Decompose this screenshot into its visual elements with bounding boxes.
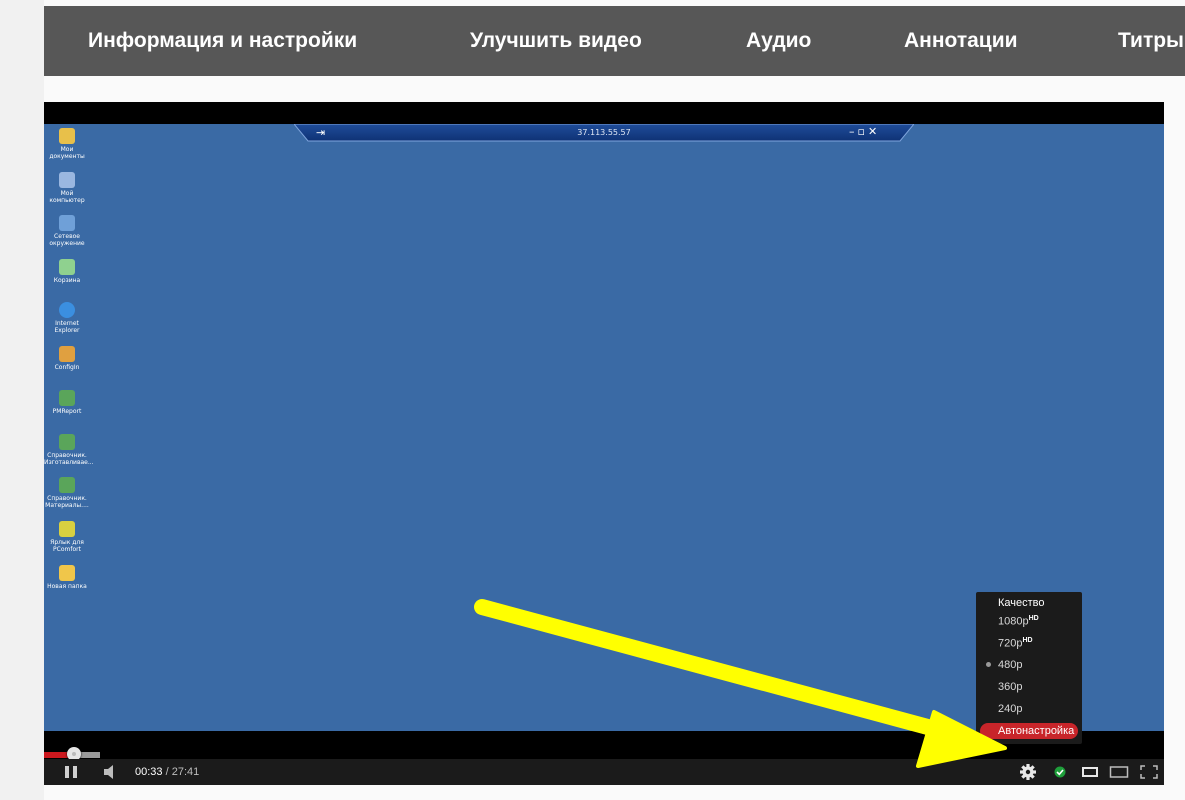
desktop-icon-label: Ярлык для PComfort [50, 539, 84, 553]
quality-menu: Качество 1080pHD 720pHD 480p 360p 240p А… [976, 592, 1082, 744]
remote-desktop-bar: ⇥ 37.113.55.57 –▫✕ [294, 124, 914, 142]
quality-option-label: 360p [998, 681, 1023, 693]
quality-option-360p[interactable]: 360p [998, 681, 1022, 693]
desktop-icon-label: Internet Explorer [54, 320, 80, 334]
desktop-icon: Сетевое окружение [44, 215, 90, 247]
desktop-icon: Корзина [44, 259, 90, 284]
desktop-icon-label: Корзина [53, 277, 81, 284]
pause-icon[interactable] [64, 759, 80, 785]
excel-file-icon [59, 477, 75, 493]
desktop-icon-label: Справочник. Материалы.... [45, 495, 89, 509]
quality-option-label: 1080p [998, 615, 1029, 628]
quality-option-label: 240p [998, 703, 1023, 715]
quality-option-240p[interactable]: 240p [998, 703, 1022, 715]
desktop-icon: Справочник. Изготавливае... [44, 434, 94, 466]
quality-option-480p[interactable]: 480p [998, 659, 1022, 671]
desktop-icon: Мой компьютер [44, 172, 90, 204]
gear-icon[interactable] [1019, 759, 1037, 785]
desktop-icon-label: Мои документы [49, 146, 85, 160]
desktop-icon-label: ConfigIn [54, 364, 80, 371]
quality-menu-title: Качество [998, 597, 1045, 609]
time-separator: / [162, 766, 172, 778]
desktop-icon: Справочник. Материалы.... [44, 477, 90, 509]
quality-option-1080p[interactable]: 1080pHD [998, 615, 1039, 628]
quality-option-auto[interactable]: Автонастройка [980, 723, 1078, 739]
check-icon[interactable] [1052, 759, 1068, 785]
quality-option-label: 480p [998, 659, 1023, 671]
player-controls: 00:33 / 27:41 [44, 759, 1164, 785]
tab-enhance-video[interactable]: Улучшить видео [470, 6, 642, 76]
recycle-bin-icon [59, 259, 75, 275]
hd-badge: HD [1028, 615, 1039, 622]
desktop-icon-label: PMReport [52, 408, 82, 415]
large-player-icon[interactable] [1109, 759, 1129, 785]
excel-file-icon [59, 434, 75, 450]
desktop-icon: Internet Explorer [44, 302, 90, 334]
editor-tab-bar: Информация и настройки Улучшить видео Ау… [44, 6, 1185, 76]
small-player-icon[interactable] [1080, 759, 1100, 785]
network-icon [59, 215, 75, 231]
my-computer-icon [59, 172, 75, 188]
desktop-icon-label: Мой компьютер [49, 190, 85, 204]
folder-documents-icon [59, 128, 75, 144]
shortcut-icon [59, 521, 75, 537]
quality-option-label: Автонастройка [998, 725, 1075, 737]
desktop-icon: Новая папка [44, 565, 90, 590]
config-icon [59, 346, 75, 362]
tab-annotations[interactable]: Аннотации [904, 6, 1018, 76]
remote-desktop-title: 37.113.55.57 [577, 128, 631, 137]
internet-explorer-icon [59, 302, 75, 318]
report-icon [59, 390, 75, 406]
selected-indicator-icon [986, 662, 991, 667]
fullscreen-icon[interactable] [1139, 759, 1159, 785]
tab-audio[interactable]: Аудио [746, 6, 811, 76]
time-display: 00:33 / 27:41 [135, 759, 199, 785]
hd-badge: HD [1022, 637, 1033, 644]
quality-option-720p[interactable]: 720pHD [998, 637, 1033, 650]
tab-subtitles[interactable]: Титры [1118, 6, 1184, 76]
desktop-icon: PMReport [44, 390, 90, 415]
tab-info-settings[interactable]: Информация и настройки [88, 6, 357, 76]
quality-option-label: 720p [998, 637, 1023, 650]
window-controls-icon: –▫✕ [849, 125, 881, 138]
desktop-icon: ConfigIn [44, 346, 90, 371]
desktop-icon-label: Справочник. Изготавливае... [44, 452, 94, 466]
time-current: 00:33 [135, 766, 163, 778]
desktop-icon: Мои документы [44, 128, 90, 160]
volume-icon[interactable] [102, 759, 120, 785]
desktop-icon: Ярлык для PComfort [44, 521, 90, 553]
video-player[interactable]: ⇥ 37.113.55.57 –▫✕ Мои документы Мой ком… [44, 102, 1164, 785]
desktop-icon-label: Новая папка [47, 583, 87, 590]
time-total: 27:41 [171, 766, 200, 778]
folder-icon [59, 565, 75, 581]
desktop-icon-label: Сетевое окружение [49, 233, 85, 247]
letterbox-top [44, 102, 1164, 124]
